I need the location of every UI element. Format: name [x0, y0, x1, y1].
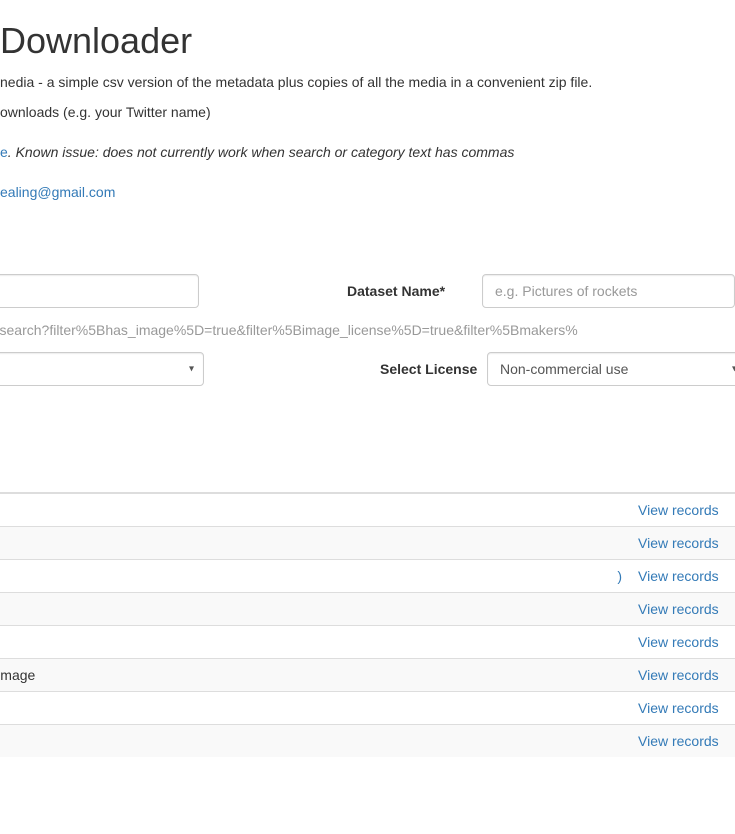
table-cell-text: [0, 692, 630, 725]
left-select[interactable]: [0, 352, 204, 386]
table-row: View records: [0, 493, 735, 527]
view-records-link[interactable]: View records: [638, 502, 719, 518]
dataset-name-input[interactable]: [482, 274, 735, 308]
table-cell-text: [0, 527, 630, 560]
view-records-link[interactable]: View records: [638, 700, 719, 716]
table-cell-text: nce Museum that has an image: [0, 659, 630, 692]
results-table: Search url View records View records ) V…: [0, 460, 735, 757]
table-row: View records: [0, 593, 735, 626]
view-records-link[interactable]: View records: [638, 667, 719, 683]
view-records-link[interactable]: View records: [638, 733, 719, 749]
form-row-name: Dataset Name*: [0, 274, 735, 308]
table-header-url: Search url: [0, 460, 735, 493]
form-row-license: Select License Non-commercial use: [0, 352, 735, 386]
view-records-link[interactable]: View records: [638, 634, 719, 650]
table-cell-text: ): [0, 560, 630, 593]
view-records-link[interactable]: View records: [638, 568, 719, 584]
link-fragment[interactable]: e: [0, 144, 8, 160]
dataset-name-label: Dataset Name*: [347, 283, 482, 299]
table-row: View records: [0, 692, 735, 725]
table-row: nce Museum that has an image View record…: [0, 659, 735, 692]
license-label: Select License: [380, 361, 487, 377]
description-line-2: ownloads (e.g. your Twitter name): [0, 104, 735, 120]
row-link-fragment[interactable]: ): [617, 568, 622, 584]
left-input[interactable]: [0, 274, 199, 308]
contact-line: ealing@gmail.com: [0, 184, 735, 200]
table-cell-text: [0, 626, 630, 659]
table-row: View records: [0, 725, 735, 758]
page-title: Downloader: [0, 20, 735, 62]
table-cell-text: [0, 725, 630, 758]
contact-email-link[interactable]: ealing@gmail.com: [0, 184, 115, 200]
view-records-link[interactable]: View records: [638, 601, 719, 617]
description-line-1: nedia - a simple csv version of the meta…: [0, 74, 735, 90]
table-row: ) View records: [0, 560, 735, 593]
url-preview-text: n.sciencemuseum.org.uk/search?filter%5Bh…: [0, 322, 735, 338]
table-row: View records: [0, 527, 735, 560]
known-issue-text: . Known issue: does not currently work w…: [8, 144, 515, 160]
table-row: View records: [0, 626, 735, 659]
table-cell-text: [0, 593, 630, 626]
table-cell-text: [0, 493, 630, 527]
view-records-link[interactable]: View records: [638, 535, 719, 551]
license-select[interactable]: Non-commercial use: [487, 352, 735, 386]
description-line-3: e. Known issue: does not currently work …: [0, 144, 735, 160]
